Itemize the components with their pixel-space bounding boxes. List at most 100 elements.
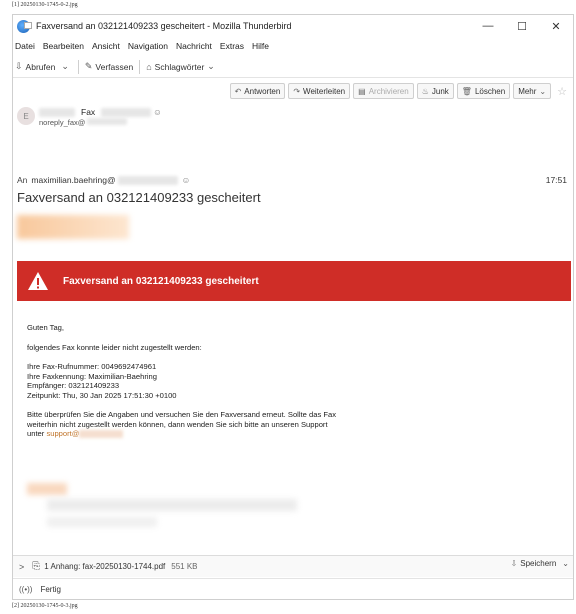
pencil-icon: ✎ <box>84 61 93 71</box>
warning-icon <box>27 271 49 291</box>
status-text: Fertig <box>40 585 61 594</box>
menu-bar: Datei Bearbeiten Ansicht Navigation Nach… <box>13 38 277 54</box>
redacted-logo <box>17 215 129 239</box>
contact-icon[interactable]: ☺ <box>153 107 162 117</box>
attachment-size: 551 KB <box>171 562 198 571</box>
menu-nachricht[interactable]: Nachricht <box>176 41 212 51</box>
header-actions: ↶ Antworten ↷ Weiterleiten ▤ Archivieren… <box>227 83 567 99</box>
recipient-row: An maximilian.baehring@ ☺ <box>17 175 190 185</box>
mail-content: Guten Tag, folgendes Fax konnte leider n… <box>27 323 547 449</box>
image-caption-bottom: [2] 20250130-1745-0-3.jpg <box>12 603 78 609</box>
tags-button[interactable]: ⌂ Schlagwörter ⌄ <box>146 61 218 72</box>
forward-icon: ↷ <box>293 86 301 96</box>
reply-label: Antworten <box>244 86 281 96</box>
thunderbird-window: Faxversand an 032121409233 gescheitert -… <box>12 14 574 600</box>
timestamp-line: Zeitpunkt: Thu, 30 Jan 2025 17:51:30 +01… <box>27 390 177 400</box>
menu-hilfe[interactable]: Hilfe <box>252 41 269 51</box>
get-mail-label: Abrufen <box>25 61 56 72</box>
support-text-2: weiterhin nicht zugestellt werden können… <box>27 419 328 429</box>
save-attachment-button[interactable]: ⇩ Speichern ⌄ <box>511 559 569 568</box>
star-icon[interactable]: ☆ <box>557 85 567 98</box>
paperclip-icon: ⎘ <box>32 561 41 572</box>
delete-label: Löschen <box>474 86 506 96</box>
get-mail-dropdown[interactable]: ⌄ <box>61 61 72 72</box>
sender-name: Fax <box>81 107 96 117</box>
forward-label: Weiterleiten <box>303 86 346 96</box>
banner-text: Faxversand an 032121409233 gescheitert <box>63 275 259 287</box>
save-label: Speichern <box>520 559 557 568</box>
flame-icon: ♨ <box>421 86 429 96</box>
menu-bearbeiten[interactable]: Bearbeiten <box>43 41 84 51</box>
redacted-sender-name-suffix <box>101 107 152 117</box>
fax-details: Ihre Fax-Rufnummer: 0049692474961 Ihre F… <box>27 362 547 400</box>
archive-button[interactable]: ▤ Archivieren <box>353 83 414 99</box>
menu-navigation[interactable]: Navigation <box>128 41 168 51</box>
download-icon: ⇩ <box>510 559 518 568</box>
close-button[interactable]: ✕ <box>539 15 573 37</box>
redacted-sender-domain <box>87 118 128 125</box>
redacted-footer-text <box>47 517 157 527</box>
main-toolbar: ⇩ Abrufen ⌄ ✎ Verfassen ⌂ Schlagwörter ⌄ <box>13 56 573 78</box>
archive-label: Archivieren <box>368 86 409 96</box>
tag-icon: ⌂ <box>146 61 152 72</box>
message-subject: Faxversand an 032121409233 gescheitert <box>17 190 261 205</box>
delete-button[interactable]: 🗑 Löschen <box>456 83 511 99</box>
redacted-recipient-domain <box>117 175 178 185</box>
intro-text: folgendes Fax konnte leider nicht zugest… <box>27 342 202 352</box>
minimize-button[interactable]: — <box>471 15 505 37</box>
get-mail-button[interactable]: ⇩ Abrufen <box>15 61 55 72</box>
redacted-support-domain <box>79 430 124 438</box>
avatar: E <box>17 107 35 125</box>
archive-icon: ▤ <box>358 86 366 96</box>
sender-info: Fax ☺ noreply_fax@ <box>39 107 162 127</box>
support-link[interactable]: support@ <box>46 429 79 438</box>
image-caption-top: [1] 20250130-1745-0-2.jpg <box>12 2 78 8</box>
menu-ansicht[interactable]: Ansicht <box>92 41 120 51</box>
more-label: Mehr <box>518 86 537 96</box>
error-banner: Faxversand an 032121409233 gescheitert <box>17 261 571 301</box>
chevron-right-icon[interactable]: > <box>19 562 24 572</box>
attachment-label[interactable]: 1 Anhang: fax-20250130-1744.pdf <box>44 562 165 571</box>
chevron-down-icon: ⌄ <box>539 86 547 96</box>
to-label: An <box>17 175 28 185</box>
sender-address: noreply_fax@ <box>39 118 86 127</box>
window-controls: — ☐ ✕ <box>471 15 573 37</box>
sender-address-row[interactable]: noreply_fax@ <box>39 118 162 127</box>
reply-button[interactable]: ↶ Antworten <box>229 83 286 99</box>
window-title: Faxversand an 032121409233 gescheitert -… <box>36 21 292 31</box>
fax-number-line: Ihre Fax-Rufnummer: 0049692474961 <box>27 362 157 371</box>
message-body: Faxversand an 032121409233 gescheitert G… <box>17 215 571 551</box>
toolbar-separator <box>77 59 79 74</box>
trash-icon: 🗑 <box>461 86 472 96</box>
more-button[interactable]: Mehr ⌄ <box>513 83 552 99</box>
greeting: Guten Tag, <box>27 323 65 332</box>
message-time: 17:51 <box>545 175 567 185</box>
compose-label: Verfassen <box>95 61 134 72</box>
menu-extras[interactable]: Extras <box>220 41 244 51</box>
sender-name-row[interactable]: Fax ☺ <box>39 107 162 117</box>
redacted-footer-logo <box>27 483 67 495</box>
contact-icon[interactable]: ☺ <box>182 175 191 185</box>
support-text-1: Bitte überprüfen Sie die Angaben und ver… <box>27 410 337 419</box>
menu-datei[interactable]: Datei <box>15 41 35 51</box>
support-text-3: unter <box>27 429 45 438</box>
junk-button[interactable]: ♨ Junk <box>416 83 454 99</box>
compose-button[interactable]: ✎ Verfassen <box>85 61 133 72</box>
tags-label: Schlagwörter <box>154 61 205 72</box>
support-paragraph: Bitte überprüfen Sie die Angaben und ver… <box>27 410 547 439</box>
forward-button[interactable]: ↷ Weiterleiten <box>288 83 351 99</box>
attachment-bar: > ⎘ 1 Anhang: fax-20250130-1744.pdf 551 … <box>13 555 573 577</box>
toolbar-separator <box>139 59 141 74</box>
sender-row: E Fax ☺ noreply_fax@ <box>17 107 162 127</box>
status-bar: ((•)) Fertig <box>13 578 573 599</box>
maximize-button[interactable]: ☐ <box>505 15 539 37</box>
junk-label: Junk <box>431 86 449 96</box>
chevron-down-icon: ⌄ <box>61 61 69 71</box>
wireless-icon: ((•)) <box>19 585 33 594</box>
thunderbird-logo-icon <box>17 19 32 33</box>
download-icon: ⇩ <box>15 61 23 71</box>
reply-icon: ↶ <box>234 86 242 96</box>
title-bar: Faxversand an 032121409233 gescheitert -… <box>13 15 573 37</box>
recipient-address[interactable]: maximilian.baehring@ <box>31 175 115 185</box>
chevron-down-icon[interactable]: ⌄ <box>562 559 569 568</box>
